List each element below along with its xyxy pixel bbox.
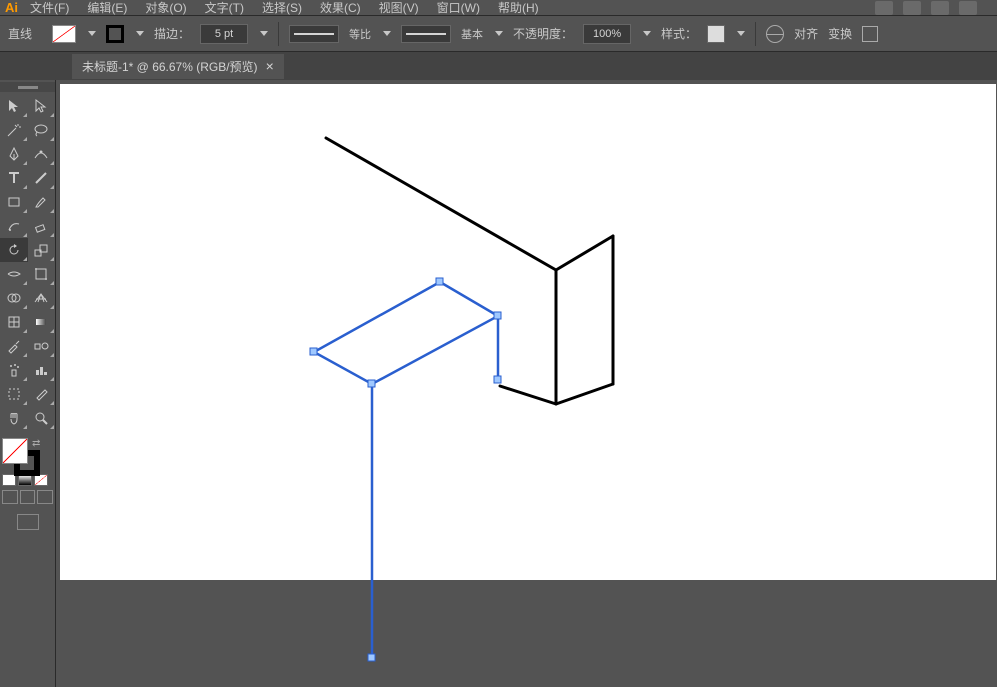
paintbrush-tool[interactable] <box>28 190 56 214</box>
gradient-tool[interactable] <box>28 310 56 334</box>
active-tool-label: 直线 <box>8 25 32 42</box>
menu-extras <box>875 1 997 15</box>
isolate-icon[interactable] <box>862 26 878 42</box>
menu-edit[interactable]: 编辑(E) <box>87 0 127 16</box>
lasso-tool[interactable] <box>28 118 56 142</box>
profile-dropdown-icon[interactable] <box>383 31 391 36</box>
slice-tool[interactable] <box>28 382 56 406</box>
workspace: ⇄ <box>0 80 997 687</box>
menu-bar: Ai 文件(F) 编辑(E) 对象(O) 文字(T) 选择(S) 效果(C) 视… <box>0 0 997 16</box>
hand-tool[interactable] <box>0 406 28 430</box>
profile-label: 等比 <box>349 26 371 42</box>
control-bar: 直线 描边： 等比 基本 不透明度： 样式： 对齐 变换 <box>0 16 997 52</box>
recolor-artwork-icon[interactable] <box>766 25 784 43</box>
curvature-tool[interactable] <box>28 142 56 166</box>
document-tab-bar: 未标题-1* @ 66.67% (RGB/预览) × <box>0 52 997 80</box>
graphic-style-swatch[interactable] <box>707 25 725 43</box>
document-tab[interactable]: 未标题-1* @ 66.67% (RGB/预览) × <box>72 54 284 79</box>
style-label: 样式： <box>661 25 697 42</box>
arrange-docs-icon[interactable] <box>931 1 949 15</box>
zoom-tool[interactable] <box>28 406 56 430</box>
separator <box>755 22 756 46</box>
stroke-weight-label: 描边： <box>154 25 190 42</box>
eraser-tool[interactable] <box>28 214 56 238</box>
perspective-grid-tool[interactable] <box>28 286 56 310</box>
shaper-tool[interactable] <box>0 214 28 238</box>
toolbox-panel: ⇄ <box>0 80 56 687</box>
color-controls: ⇄ <box>0 436 55 486</box>
canvas-area[interactable] <box>56 80 997 687</box>
blend-tool[interactable] <box>28 334 56 358</box>
app-logo-icon: Ai <box>5 0 18 15</box>
magic-wand-tool[interactable] <box>0 118 28 142</box>
stroke-dropdown-icon[interactable] <box>136 31 144 36</box>
stroke-weight-input[interactable] <box>200 24 248 44</box>
brush-label: 基本 <box>461 26 483 42</box>
stock-icon[interactable] <box>903 1 921 15</box>
draw-behind-icon[interactable] <box>20 490 36 504</box>
artboard[interactable] <box>60 84 996 580</box>
line-segment-tool[interactable] <box>28 166 56 190</box>
column-graph-tool[interactable] <box>28 358 56 382</box>
artwork-drawing <box>60 84 996 684</box>
shape-builder-tool[interactable] <box>0 286 28 310</box>
artboard-tool[interactable] <box>0 382 28 406</box>
document-tab-title: 未标题-1* @ 66.67% (RGB/预览) <box>82 58 258 75</box>
direct-selection-tool[interactable] <box>28 94 56 118</box>
menu-type[interactable]: 文字(T) <box>205 0 244 16</box>
style-dropdown-icon[interactable] <box>737 31 745 36</box>
bridge-icon[interactable] <box>875 1 893 15</box>
brush-definition[interactable] <box>401 25 451 43</box>
symbol-sprayer-tool[interactable] <box>0 358 28 382</box>
menu-object[interactable]: 对象(O) <box>145 0 186 16</box>
menu-window[interactable]: 窗口(W) <box>437 0 480 16</box>
fill-dropdown-icon[interactable] <box>88 31 96 36</box>
draw-normal-icon[interactable] <box>2 490 18 504</box>
menu-effect[interactable]: 效果(C) <box>320 0 361 16</box>
pen-tool[interactable] <box>0 142 28 166</box>
variable-width-profile[interactable] <box>289 25 339 43</box>
rectangle-tool[interactable] <box>0 190 28 214</box>
draw-inside-icon[interactable] <box>37 490 53 504</box>
stroke-weight-dropdown-icon[interactable] <box>260 31 268 36</box>
width-tool[interactable] <box>0 262 28 286</box>
close-tab-icon[interactable]: × <box>266 58 274 74</box>
rotate-tool[interactable] <box>0 238 28 262</box>
gpu-icon[interactable] <box>959 1 977 15</box>
opacity-input[interactable] <box>583 24 631 44</box>
brush-dropdown-icon[interactable] <box>495 31 503 36</box>
menu-view[interactable]: 视图(V) <box>379 0 419 16</box>
menu-help[interactable]: 帮助(H) <box>498 0 539 16</box>
screen-mode-icon[interactable] <box>17 514 39 530</box>
fill-color-box[interactable] <box>2 438 28 464</box>
menu-file[interactable]: 文件(F) <box>30 0 69 16</box>
menu-select[interactable]: 选择(S) <box>262 0 302 16</box>
swap-colors-icon[interactable]: ⇄ <box>32 438 40 449</box>
mesh-tool[interactable] <box>0 310 28 334</box>
free-transform-tool[interactable] <box>28 262 56 286</box>
opacity-dropdown-icon[interactable] <box>643 31 651 36</box>
transform-button[interactable]: 变换 <box>828 25 852 42</box>
separator <box>278 22 279 46</box>
scale-tool[interactable] <box>28 238 56 262</box>
type-tool[interactable] <box>0 166 28 190</box>
align-button[interactable]: 对齐 <box>794 25 818 42</box>
toolbox-drag-handle[interactable] <box>0 82 55 92</box>
fill-color-swatch[interactable] <box>52 25 76 43</box>
eyedropper-tool[interactable] <box>0 334 28 358</box>
stroke-color-swatch[interactable] <box>106 25 124 43</box>
selection-tool[interactable] <box>0 94 28 118</box>
opacity-label: 不透明度： <box>513 25 573 42</box>
